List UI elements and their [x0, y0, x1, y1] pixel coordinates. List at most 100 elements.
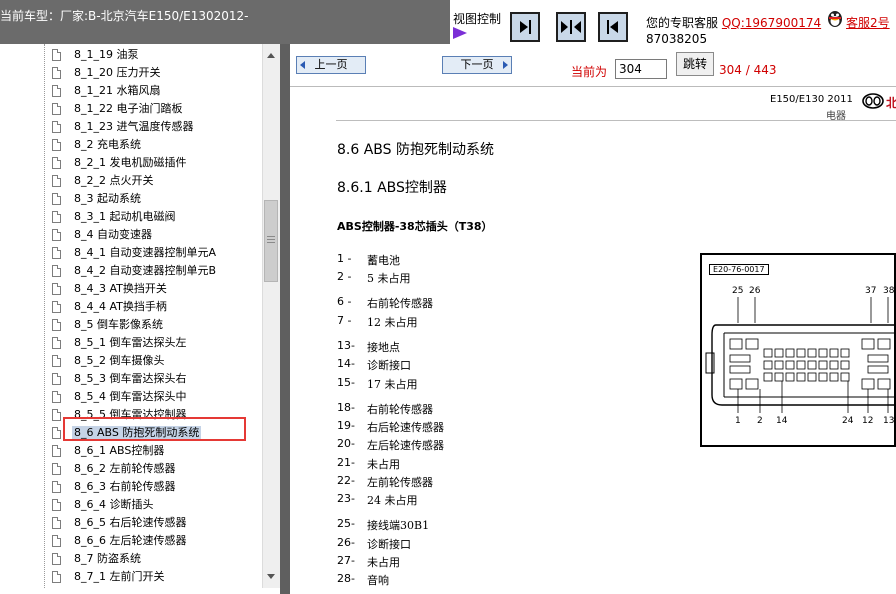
tree-item[interactable]: 8_4_4 AT换挡手柄 [52, 299, 262, 317]
support-qq-link[interactable]: QQ:1967900174 [722, 16, 821, 30]
next-arrow-icon [503, 61, 508, 69]
pin-description: 接线端30B1 [367, 519, 430, 532]
tree-item[interactable]: 8_1_22 电子油门踏板 [52, 101, 262, 119]
document-icon [52, 319, 61, 331]
tree-item-label: 8_7 防盗系统 [74, 552, 141, 565]
document-icon [52, 463, 61, 475]
document-icon [52, 355, 61, 367]
tree-scrollbar[interactable] [262, 44, 280, 588]
jump-button[interactable]: 跳转 [676, 52, 714, 76]
qq-penguin-icon[interactable] [825, 8, 845, 28]
tree-item[interactable]: 8_4_3 AT换挡开关 [52, 281, 262, 299]
pin-label-bottom: 24 [842, 416, 854, 426]
tree-item[interactable]: 8_1_23 进气温度传感器 [52, 119, 262, 137]
pin-label-bottom: 2 [757, 416, 763, 426]
tree-item[interactable]: 8_1_19 油泵 [52, 47, 262, 65]
panel-splitter[interactable] [280, 44, 290, 594]
page-number-input[interactable] [615, 59, 667, 79]
pin-description: 诊断接口 [367, 538, 411, 551]
split-view-button[interactable] [556, 12, 586, 42]
tree-item-label: 8_4_1 自动变速器控制单元A [74, 246, 217, 259]
split-view-icon [561, 20, 581, 34]
prev-page-label: 上一页 [314, 58, 348, 71]
tree-item-label: 8_5_1 倒车雷达探头左 [74, 336, 187, 349]
tree-item[interactable]: 8_2 充电系统 [52, 137, 262, 155]
header-divider [336, 120, 896, 121]
document-icon [52, 103, 61, 115]
tree-item[interactable]: 8_5 倒车影像系统 [52, 317, 262, 335]
tree-item-label: 8_4 自动变速器 [74, 228, 152, 241]
prev-page-button[interactable]: 上一页 [296, 56, 366, 74]
tree-item[interactable]: 8_1_21 水箱风扇 [52, 83, 262, 101]
tree-item[interactable]: 8_6_1 ABS控制器 [52, 443, 262, 461]
tree-item[interactable]: 8_7 防盗系统 [52, 551, 262, 569]
support-agent-link[interactable]: 客服2号 [846, 14, 890, 31]
tree-item[interactable]: 8_7_1 左前门开关 [52, 569, 262, 587]
connector-figure-id: E20-76-0017 [709, 264, 769, 275]
tree-item-label: 8_3_1 起动机电磁阀 [74, 210, 176, 223]
tree-item[interactable]: 8_4_1 自动变速器控制单元A [52, 245, 262, 263]
pin-number: 23- [337, 492, 355, 505]
tree-item-label: 8_1_20 压力开关 [74, 66, 161, 79]
pin-description: 左后轮速传感器 [367, 439, 444, 452]
pin-number: 26- [337, 536, 355, 549]
pin-label-bottom: 12 [862, 416, 873, 426]
view-control-arrow-icon[interactable] [453, 27, 467, 39]
tree-item[interactable]: 8_6_5 右后轮速传感器 [52, 515, 262, 533]
pin-description: 音响 [367, 574, 389, 587]
tree-item-label: 8_6_5 右后轮速传感器 [74, 516, 187, 529]
tree-item[interactable]: 8_6_4 诊断插头 [52, 497, 262, 515]
pin-description: 诊断接口 [367, 359, 411, 372]
tree-item[interactable]: 8_5_2 倒车摄像头 [52, 353, 262, 371]
tree-item[interactable]: 8_3_1 起动机电磁阀 [52, 209, 262, 227]
tree-item-label: 8_4_3 AT换挡开关 [74, 282, 167, 295]
tree-item-label: 8_1_23 进气温度传感器 [74, 120, 194, 133]
connector-title: ABS控制器-38芯插头（T38） [337, 220, 493, 233]
prev-arrow-icon [300, 61, 305, 69]
tree-item-label: 8_3 起动系统 [74, 192, 141, 205]
tree-item[interactable]: 8_4 自动变速器 [52, 227, 262, 245]
tree-item-label: 8_6_3 右前轮传感器 [74, 480, 176, 493]
document-icon [52, 517, 61, 529]
scroll-down-icon[interactable] [264, 570, 278, 582]
pin-label-bottom: 13 [883, 416, 894, 426]
current-page-label: 当前为 [571, 65, 608, 79]
tree-item[interactable]: 8_2_2 点火开关 [52, 173, 262, 191]
document-icon [52, 409, 61, 421]
tree-item[interactable]: 8_4_2 自动变速器控制单元B [52, 263, 262, 281]
tree-item[interactable]: 8_5_4 倒车雷达探头中 [52, 389, 262, 407]
tree-item-label: 8_1_22 电子油门踏板 [74, 102, 183, 115]
tree-item-label: 8_4_4 AT换挡手柄 [74, 300, 167, 313]
document-icon [52, 121, 61, 133]
document-icon [52, 175, 61, 187]
tree-item[interactable]: 8_2_1 发电机励磁插件 [52, 155, 262, 173]
pin-label-top: 25 [732, 286, 743, 296]
tree-item[interactable]: 8_6_6 左后轮速传感器 [52, 533, 262, 551]
document-icon [52, 265, 61, 277]
collapse-left-button[interactable] [510, 12, 540, 42]
tree-item-label: 8_1_21 水箱风扇 [74, 84, 161, 97]
document-icon [52, 247, 61, 259]
tree-item[interactable]: 8_1_20 压力开关 [52, 65, 262, 83]
document-icon [52, 49, 61, 61]
tree-item[interactable]: 8_3 起动系统 [52, 191, 262, 209]
tree-item[interactable]: 8_5_3 倒车雷达探头右 [52, 371, 262, 389]
view-control-label: 视图控制 [453, 12, 502, 26]
catalog-tree: 8_1_19 油泵 8_1_20 压力开关 8_1_21 水箱风扇 8_1_22 电子… [0, 44, 262, 588]
pin-description: 12 未占用 [367, 316, 418, 329]
scroll-up-icon[interactable] [264, 50, 278, 62]
pin-number: 19- [337, 419, 355, 432]
tree-item[interactable]: 8_6_2 左前轮传感器 [52, 461, 262, 479]
subsection-title: 8.6.1 ABS控制器 [337, 180, 447, 196]
document-icon [52, 571, 61, 583]
document-icon [52, 535, 61, 547]
next-page-label: 下一页 [460, 58, 494, 71]
next-page-button[interactable]: 下一页 [442, 56, 512, 74]
tree-item[interactable]: 8_5_1 倒车雷达探头左 [52, 335, 262, 353]
pin-label-top: 26 [749, 286, 761, 296]
tree-item-label: 8_7_1 左前门开关 [74, 570, 165, 583]
pin-number: 21- [337, 456, 355, 469]
tree-item[interactable]: 8_6_3 右前轮传感器 [52, 479, 262, 497]
document-icon [52, 67, 61, 79]
collapse-right-button[interactable] [598, 12, 628, 42]
